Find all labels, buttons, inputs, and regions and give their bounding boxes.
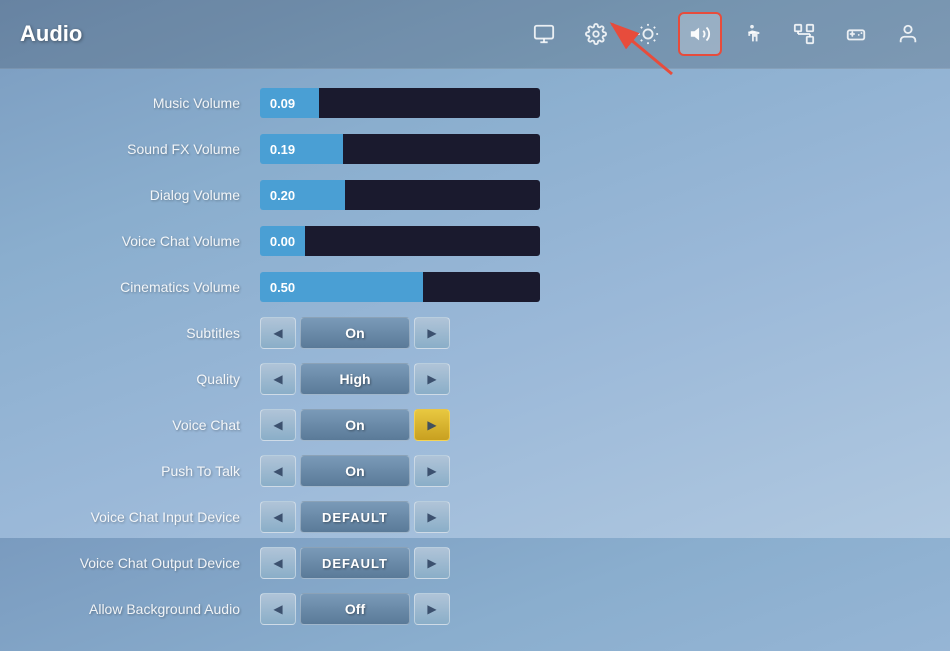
soundfx-volume-track[interactable]	[305, 134, 540, 164]
nav-icon-accessibility[interactable]	[730, 12, 774, 56]
background-audio-right-btn[interactable]: ▶	[414, 593, 450, 625]
voice-chat-right-btn[interactable]: ▶	[414, 409, 450, 441]
audio-icon	[689, 23, 711, 45]
push-to-talk-label: Push To Talk	[40, 463, 260, 479]
voice-chat-label: Voice Chat	[40, 417, 260, 433]
soundfx-volume-label: Sound FX Volume	[40, 141, 260, 157]
voice-output-device-right-btn[interactable]: ▶	[414, 547, 450, 579]
cinematics-volume-track[interactable]	[305, 272, 540, 302]
setting-row-cinematics-volume: Cinematics Volume 0.50	[40, 268, 910, 306]
soundfx-volume-fill	[305, 134, 343, 164]
setting-row-voicechat-volume: Voice Chat Volume 0.00	[40, 222, 910, 260]
voice-output-device-value: DEFAULT	[300, 547, 410, 579]
music-volume-track[interactable]	[305, 88, 540, 118]
dialog-volume-track[interactable]	[305, 180, 540, 210]
push-to-talk-right-btn[interactable]: ▶	[414, 455, 450, 487]
setting-row-soundfx-volume: Sound FX Volume 0.19	[40, 130, 910, 168]
background-audio-toggle: ◀ Off ▶	[260, 593, 450, 625]
nav-icon-monitor[interactable]	[522, 12, 566, 56]
dialog-volume-value: 0.20	[260, 180, 305, 210]
brightness-icon	[637, 23, 659, 45]
voice-input-device-label: Voice Chat Input Device	[40, 509, 260, 525]
voice-output-device-toggle: ◀ DEFAULT ▶	[260, 547, 450, 579]
voice-chat-toggle: ◀ On ▶	[260, 409, 450, 441]
accessibility-icon	[741, 23, 763, 45]
nav-icon-controller[interactable]	[834, 12, 878, 56]
setting-row-subtitles: Subtitles ◀ On ▶	[40, 314, 910, 352]
subtitles-value: On	[300, 317, 410, 349]
subtitles-label: Subtitles	[40, 325, 260, 341]
push-to-talk-toggle: ◀ On ▶	[260, 455, 450, 487]
gear-icon	[585, 23, 607, 45]
cinematics-volume-value: 0.50	[260, 272, 305, 302]
voicechat-volume-track[interactable]	[305, 226, 540, 256]
voice-input-device-left-btn[interactable]: ◀	[260, 501, 296, 533]
voicechat-volume-label: Voice Chat Volume	[40, 233, 260, 249]
cinematics-volume-fill	[305, 272, 423, 302]
setting-row-voice-chat: Voice Chat ◀ On ▶	[40, 406, 910, 444]
voicechat-volume-slider[interactable]: 0.00	[260, 226, 540, 256]
subtitles-right-btn[interactable]: ▶	[414, 317, 450, 349]
nav-icon-brightness[interactable]	[626, 12, 670, 56]
setting-row-voice-output-device: Voice Chat Output Device ◀ DEFAULT ▶	[40, 544, 910, 582]
dialog-volume-fill	[305, 180, 345, 210]
account-icon	[897, 23, 919, 45]
voice-chat-left-btn[interactable]: ◀	[260, 409, 296, 441]
push-to-talk-left-btn[interactable]: ◀	[260, 455, 296, 487]
dialog-volume-slider[interactable]: 0.20	[260, 180, 540, 210]
cinematics-volume-slider[interactable]: 0.50	[260, 272, 540, 302]
voice-input-device-value: DEFAULT	[300, 501, 410, 533]
page-title: Audio	[20, 21, 522, 47]
setting-row-quality: Quality ◀ High ▶	[40, 360, 910, 398]
music-volume-fill	[305, 88, 319, 118]
controller-icon	[845, 23, 867, 45]
background-audio-value: Off	[300, 593, 410, 625]
subtitles-left-btn[interactable]: ◀	[260, 317, 296, 349]
header: Audio	[0, 0, 950, 69]
dialog-volume-label: Dialog Volume	[40, 187, 260, 203]
cinematics-volume-label: Cinematics Volume	[40, 279, 260, 295]
setting-row-voice-input-device: Voice Chat Input Device ◀ DEFAULT ▶	[40, 498, 910, 536]
quality-label: Quality	[40, 371, 260, 387]
push-to-talk-value: On	[300, 455, 410, 487]
voice-output-device-left-btn[interactable]: ◀	[260, 547, 296, 579]
nav-bar	[522, 12, 930, 56]
soundfx-volume-slider[interactable]: 0.19	[260, 134, 540, 164]
quality-left-btn[interactable]: ◀	[260, 363, 296, 395]
music-volume-value: 0.09	[260, 88, 305, 118]
setting-row-dialog-volume: Dialog Volume 0.20	[40, 176, 910, 214]
voice-input-device-right-btn[interactable]: ▶	[414, 501, 450, 533]
nav-icon-network[interactable]	[782, 12, 826, 56]
setting-row-background-audio: Allow Background Audio ◀ Off ▶	[40, 590, 910, 628]
music-volume-label: Music Volume	[40, 95, 260, 111]
music-volume-slider[interactable]: 0.09	[260, 88, 540, 118]
voice-chat-value: On	[300, 409, 410, 441]
quality-right-btn[interactable]: ▶	[414, 363, 450, 395]
setting-row-music-volume: Music Volume 0.09	[40, 84, 910, 122]
nav-icon-audio[interactable]	[678, 12, 722, 56]
setting-row-push-to-talk: Push To Talk ◀ On ▶	[40, 452, 910, 490]
quality-toggle: ◀ High ▶	[260, 363, 450, 395]
background-audio-left-btn[interactable]: ◀	[260, 593, 296, 625]
monitor-icon	[533, 23, 555, 45]
voice-output-device-label: Voice Chat Output Device	[40, 555, 260, 571]
nav-icon-settings[interactable]	[574, 12, 618, 56]
nav-icon-account[interactable]	[886, 12, 930, 56]
subtitles-toggle: ◀ On ▶	[260, 317, 450, 349]
voice-input-device-toggle: ◀ DEFAULT ▶	[260, 501, 450, 533]
soundfx-volume-value: 0.19	[260, 134, 305, 164]
quality-value: High	[300, 363, 410, 395]
voicechat-volume-value: 0.00	[260, 226, 305, 256]
network-icon	[793, 23, 815, 45]
settings-panel: Music Volume 0.09 Sound FX Volume 0.19 D…	[0, 69, 950, 651]
background-audio-label: Allow Background Audio	[40, 601, 260, 617]
